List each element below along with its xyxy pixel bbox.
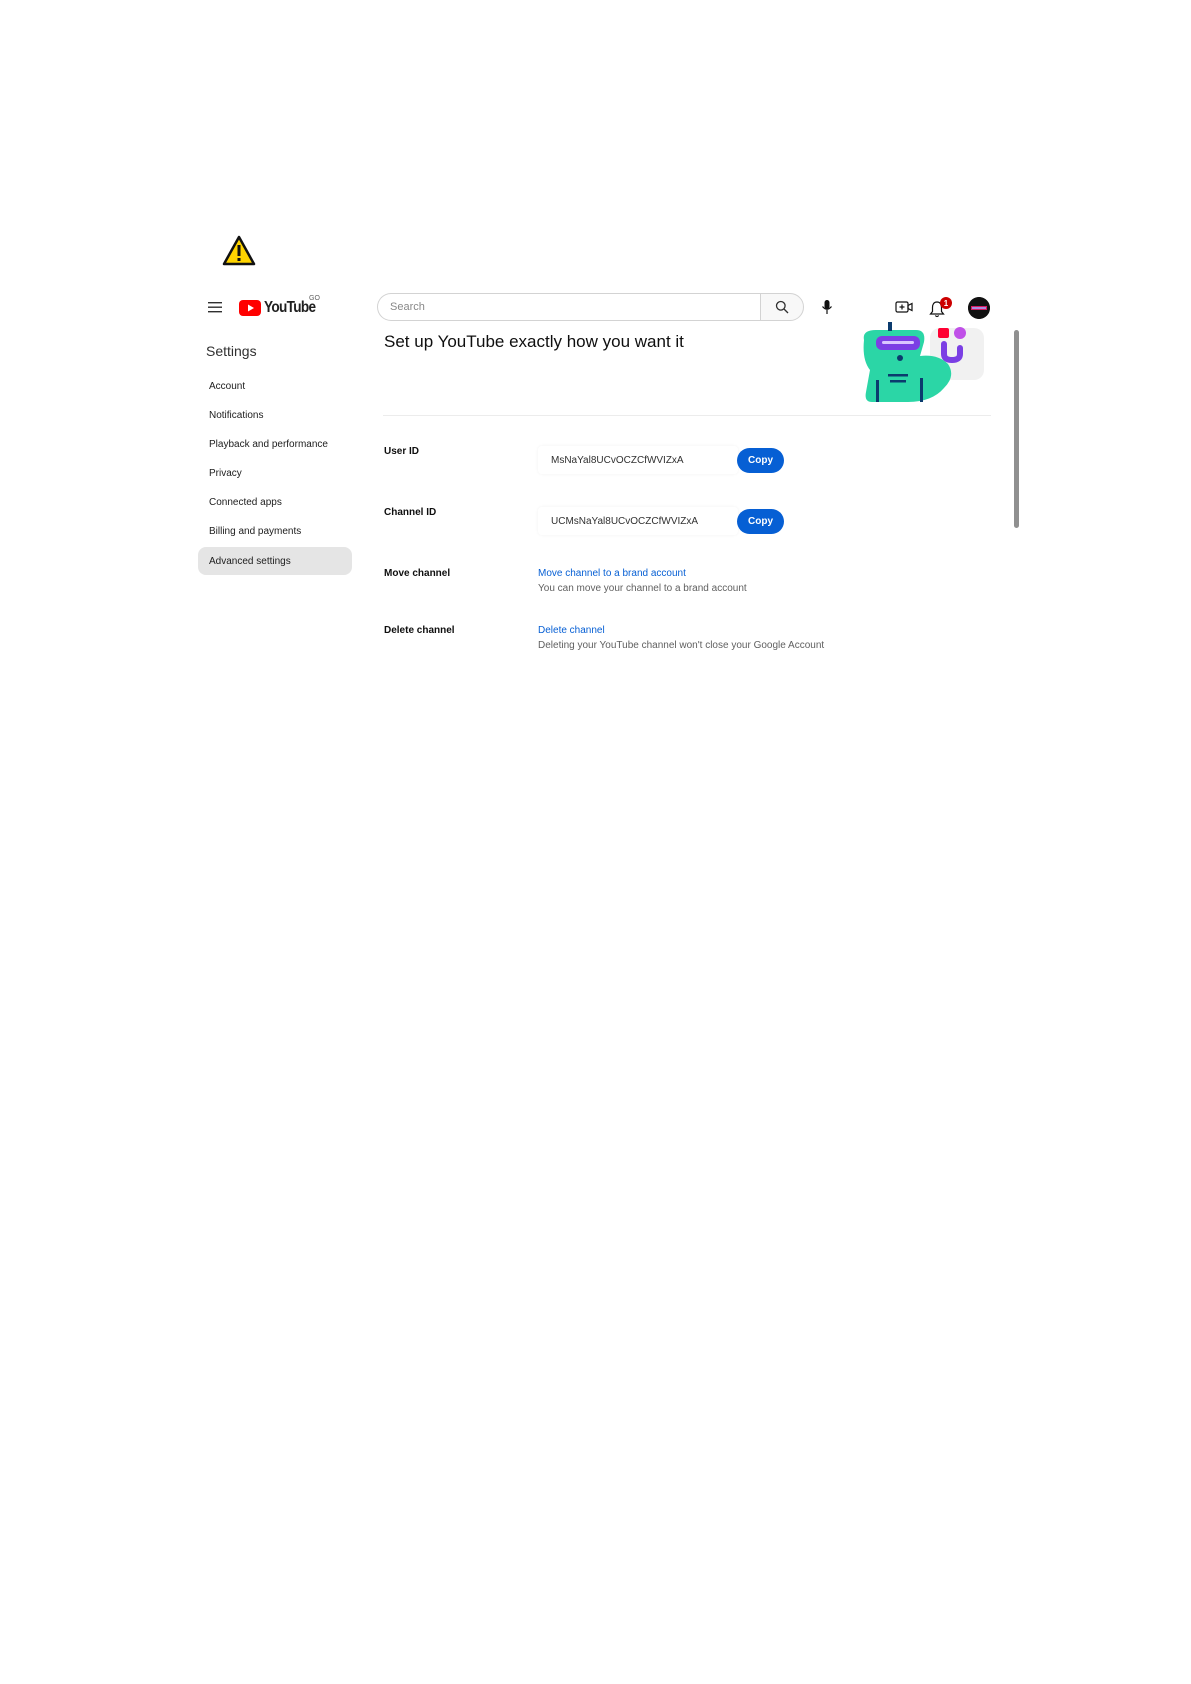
hamburger-icon bbox=[208, 302, 222, 313]
create-button[interactable] bbox=[893, 297, 915, 317]
sidebar-item-label: Playback and performance bbox=[209, 438, 328, 450]
page-scrollbar[interactable] bbox=[1014, 330, 1019, 528]
avatar-image bbox=[968, 297, 990, 319]
sidebar-item-privacy[interactable]: Privacy bbox=[198, 459, 352, 487]
sidebar-item-playback[interactable]: Playback and performance bbox=[198, 430, 352, 458]
sidebar-item-label: Account bbox=[209, 380, 246, 392]
user-id-field[interactable]: MsNaYal8UCvOCZCfWVIZxA bbox=[538, 446, 738, 474]
channel-id-label: Channel ID bbox=[384, 507, 437, 518]
settings-heading: Settings bbox=[206, 343, 257, 359]
channel-id-field[interactable]: UCMsNaYal8UCvOCZCfWVIZxA bbox=[538, 507, 738, 535]
channel-id-value: UCMsNaYal8UCvOCZCfWVIZxA bbox=[551, 515, 699, 527]
delete-channel-description: Deleting your YouTube channel won't clos… bbox=[538, 640, 825, 651]
search-button[interactable] bbox=[760, 293, 804, 321]
move-channel-label: Move channel bbox=[384, 568, 451, 579]
sidebar-item-label: Billing and payments bbox=[209, 525, 302, 537]
settings-illustration bbox=[863, 322, 984, 402]
copy-user-id-button[interactable]: Copy bbox=[737, 448, 784, 473]
create-video-icon bbox=[895, 301, 913, 313]
header-divider bbox=[383, 415, 991, 416]
sidebar-item-advanced-settings[interactable]: Advanced settings bbox=[198, 547, 352, 575]
page-title: Set up YouTube exactly how you want it bbox=[384, 332, 684, 351]
search-input[interactable]: Search bbox=[377, 293, 760, 321]
sidebar-item-label: Privacy bbox=[209, 467, 242, 479]
sidebar-item-connected-apps[interactable]: Connected apps bbox=[198, 488, 352, 516]
copy-button-label: Copy bbox=[748, 455, 773, 466]
hamburger-menu-button[interactable] bbox=[206, 298, 224, 316]
user-id-value: MsNaYal8UCvOCZCfWVIZxA bbox=[551, 454, 684, 466]
sidebar-item-account[interactable]: Account bbox=[198, 372, 352, 400]
logo-text: YouTube bbox=[264, 299, 316, 316]
copy-button-label: Copy bbox=[748, 516, 773, 527]
sidebar-item-billing[interactable]: Billing and payments bbox=[198, 517, 352, 545]
voice-search-button[interactable] bbox=[817, 297, 837, 317]
delete-channel-link[interactable]: Delete channel bbox=[538, 625, 605, 636]
move-channel-description: You can move your channel to a brand acc… bbox=[538, 583, 747, 594]
search-placeholder: Search bbox=[390, 301, 425, 313]
mic-icon bbox=[822, 300, 832, 314]
logo-country-code: GO bbox=[309, 295, 320, 302]
warning-icon bbox=[222, 235, 256, 266]
move-channel-link[interactable]: Move channel to a brand account bbox=[538, 568, 686, 579]
sidebar-item-label: Notifications bbox=[209, 409, 264, 421]
user-id-label: User ID bbox=[384, 446, 420, 457]
account-avatar[interactable] bbox=[968, 297, 990, 319]
search-icon bbox=[775, 300, 789, 314]
youtube-play-icon bbox=[239, 300, 261, 316]
copy-channel-id-button[interactable]: Copy bbox=[737, 509, 784, 534]
sidebar-item-label: Connected apps bbox=[209, 496, 282, 508]
sidebar-item-notifications[interactable]: Notifications bbox=[198, 401, 352, 429]
notification-count-badge: 1 bbox=[940, 297, 952, 309]
delete-channel-label: Delete channel bbox=[384, 625, 455, 636]
sidebar-item-label: Advanced settings bbox=[209, 555, 291, 567]
